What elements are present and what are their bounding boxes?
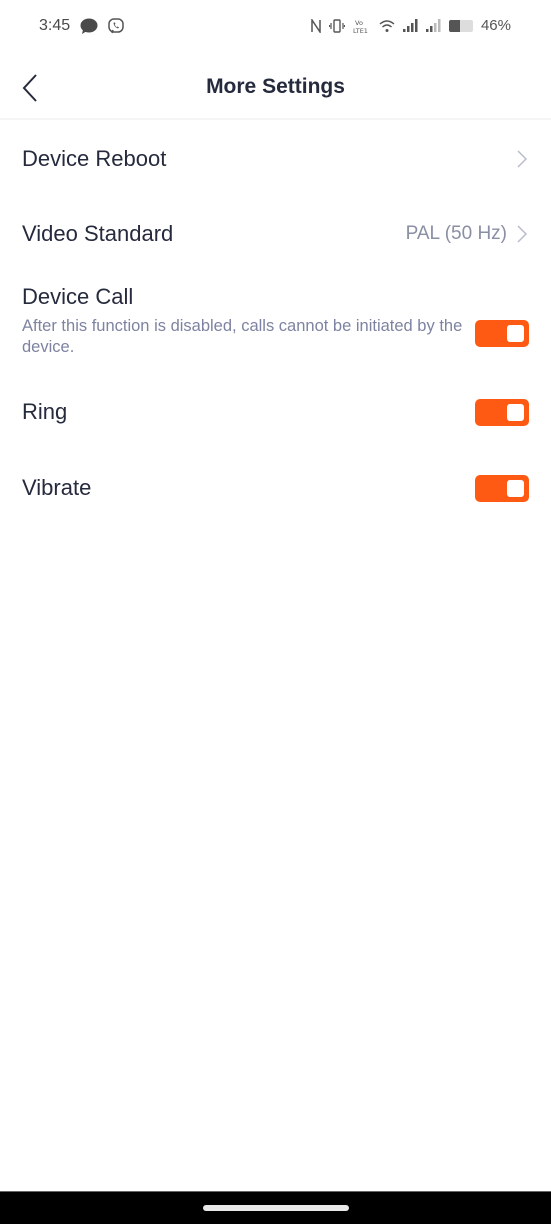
battery-icon: [448, 19, 473, 32]
vibrate-label: Vibrate: [22, 475, 92, 500]
device-call-label: Device Call: [22, 284, 134, 309]
home-indicator[interactable]: [203, 1205, 349, 1211]
video-standard-row[interactable]: Video Standard PAL (50 Hz): [0, 196, 551, 272]
page-title: More Settings: [206, 75, 345, 98]
battery-percent: 46%: [480, 17, 511, 34]
vibrate-toggle[interactable]: [475, 474, 529, 502]
svg-text:Vo: Vo: [355, 19, 363, 27]
video-standard-right: PAL (50 Hz): [406, 223, 529, 245]
ring-toggle[interactable]: [475, 398, 529, 426]
toggle-knob: [507, 325, 524, 342]
signal-sim2-icon: [425, 19, 441, 32]
status-left: 3:45: [39, 17, 125, 35]
vibrate-right: [475, 474, 529, 502]
status-right: Vo LTE1 46%: [311, 17, 511, 34]
ring-right: [475, 398, 529, 426]
video-standard-label: Video Standard: [22, 221, 174, 246]
device-reboot-row[interactable]: Device Reboot: [0, 122, 551, 196]
battery-body: [448, 19, 473, 32]
device-call-right: [475, 320, 529, 347]
system-nav-bar: [0, 1191, 551, 1224]
device-call-description: After this function is disabled, calls c…: [22, 317, 463, 356]
ring-label: Ring: [22, 399, 68, 424]
battery-fill: [448, 19, 460, 32]
device-call-text: Device Call After this function is disab…: [22, 284, 475, 358]
toggle-knob: [507, 479, 524, 497]
video-standard-value: PAL (50 Hz): [405, 223, 507, 244]
vibrate-icon: [328, 18, 345, 33]
vibrate-row: Vibrate: [0, 450, 551, 526]
toggle-knob: [507, 403, 524, 421]
wifi-icon: [379, 19, 395, 33]
chat-bubble-icon: [80, 18, 98, 35]
device-reboot-label: Device Reboot: [22, 146, 167, 171]
volte-lte1-icon: Vo LTE1: [353, 18, 371, 34]
nfc-icon: [311, 18, 321, 33]
viber-icon: [108, 17, 125, 35]
chevron-right-icon: [517, 225, 529, 243]
header: More Settings: [0, 56, 551, 120]
settings-list: Device Reboot Video Standard PAL (50 Hz)…: [0, 122, 551, 526]
status-time: 3:45: [39, 17, 71, 34]
svg-text:LTE1: LTE1: [353, 27, 368, 34]
status-bar: 3:45 Vo LTE1 46%: [0, 0, 551, 56]
device-call-toggle[interactable]: [475, 320, 529, 347]
ring-row: Ring: [0, 374, 551, 450]
chevron-right-icon: [517, 150, 529, 168]
device-reboot-right: [517, 150, 529, 168]
signal-sim1-icon: [402, 19, 418, 32]
